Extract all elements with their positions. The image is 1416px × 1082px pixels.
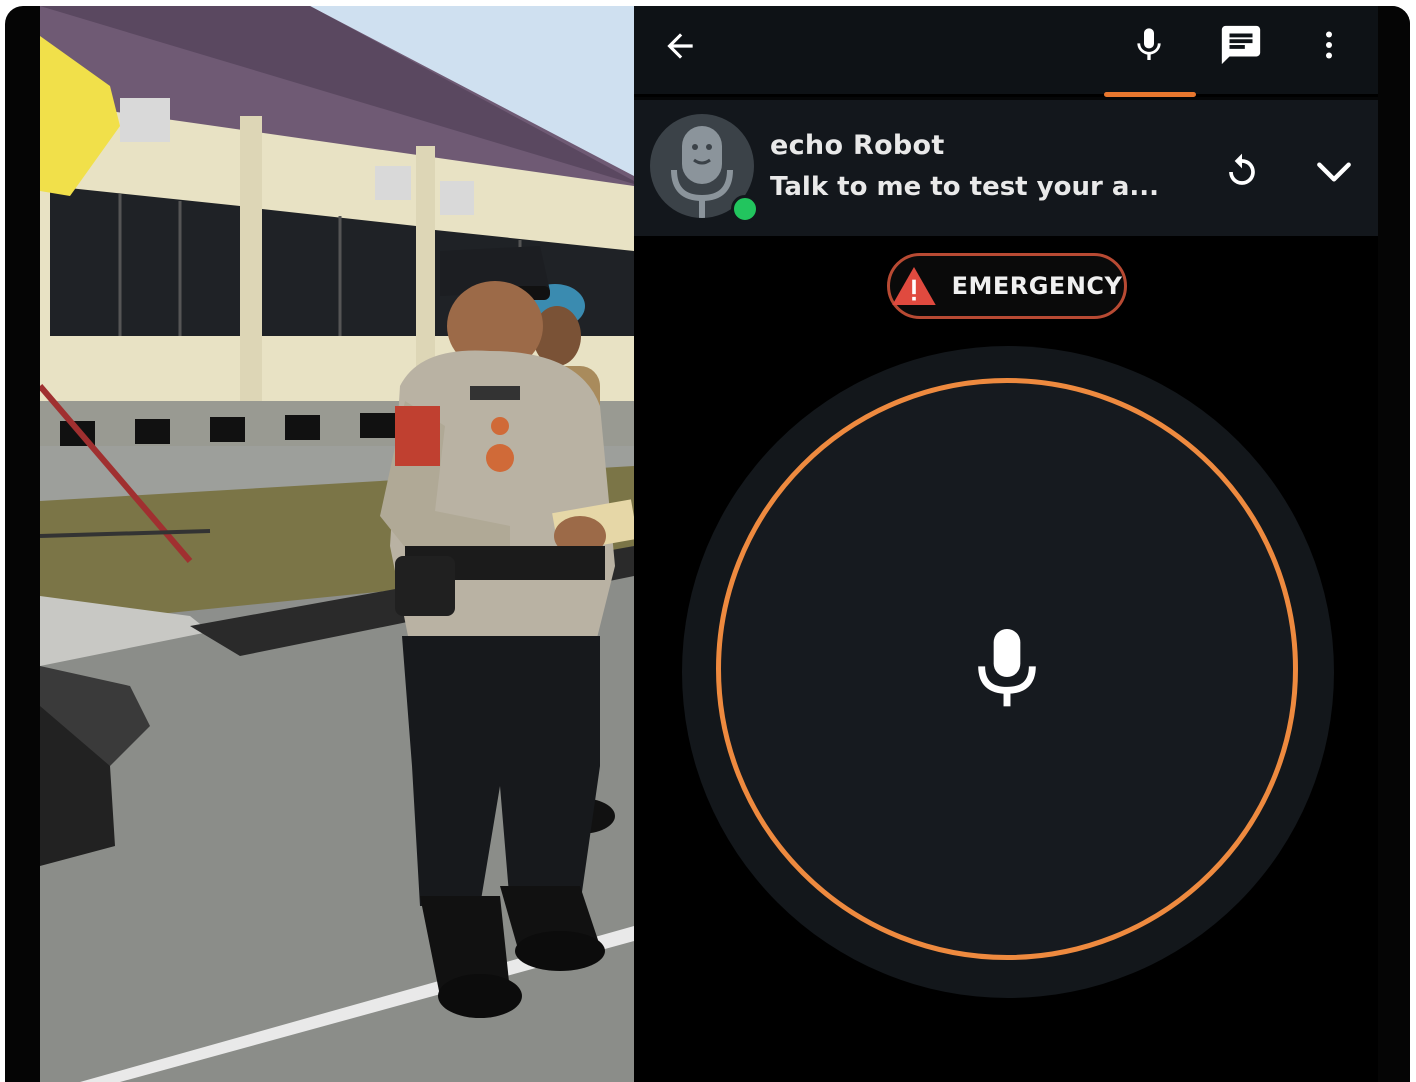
- emergency-label: EMERGENCY: [951, 272, 1123, 300]
- tab-chat[interactable]: [1209, 14, 1273, 76]
- online-status-dot: [731, 195, 759, 223]
- back-button[interactable]: [652, 18, 708, 74]
- emergency-button[interactable]: EMERGENCY: [887, 253, 1127, 319]
- arrow-left-icon: [667, 33, 693, 59]
- collapse-button[interactable]: [1306, 144, 1362, 200]
- refresh-button[interactable]: [1214, 144, 1270, 200]
- photo: [40, 6, 634, 1082]
- refresh-icon: [1229, 153, 1255, 185]
- bot-name: echo Robot: [770, 130, 945, 161]
- photo-illustration: [40, 6, 634, 1082]
- top-toolbar: [634, 6, 1378, 94]
- chevron-down-icon: [1317, 162, 1351, 182]
- screenshot-frame: echo Robot Talk to me to test your a... …: [5, 6, 1410, 1082]
- microphone-icon: [978, 629, 1036, 707]
- microphone-icon: [1137, 28, 1161, 60]
- bot-subtitle: Talk to me to test your a...: [770, 172, 1160, 202]
- frame-edge: [1378, 6, 1410, 1082]
- bot-header: echo Robot Talk to me to test your a...: [634, 100, 1378, 236]
- more-options-button[interactable]: [1302, 14, 1356, 76]
- voice-record-button[interactable]: [716, 378, 1298, 960]
- voice-assistant-app: echo Robot Talk to me to test your a... …: [634, 6, 1378, 1082]
- chat-icon: [1221, 25, 1261, 65]
- more-vertical-icon: [1326, 31, 1332, 59]
- tab-voice[interactable]: [1119, 14, 1179, 76]
- warning-icon: [891, 267, 936, 305]
